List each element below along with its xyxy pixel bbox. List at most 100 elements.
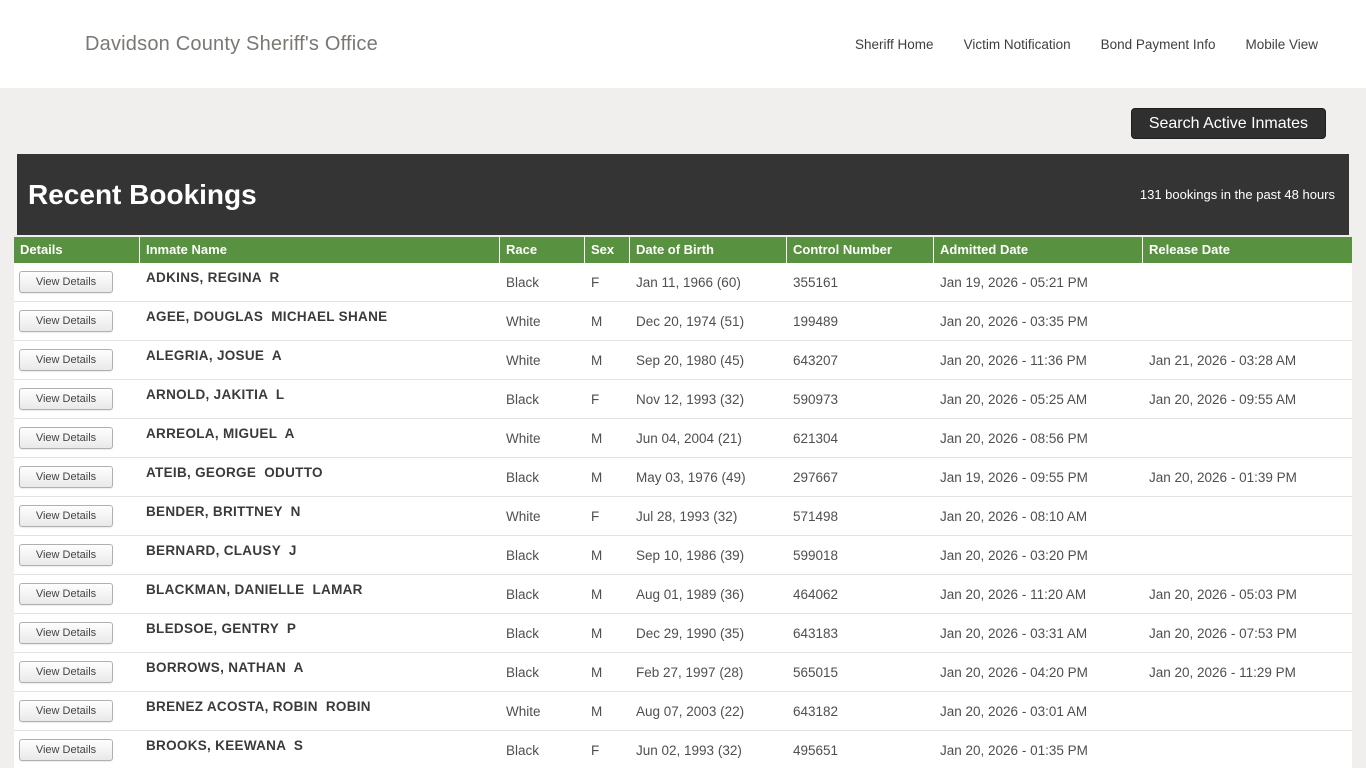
inmate-sex: M — [591, 353, 603, 368]
search-active-inmates-button[interactable]: Search Active Inmates — [1130, 108, 1326, 139]
view-details-button[interactable]: View Details — [19, 466, 113, 488]
view-details-button[interactable]: View Details — [19, 310, 113, 332]
table-row: View Details BLEDSOE, GENTRY P Black M D… — [14, 614, 1352, 653]
admitted-date: Jan 20, 2026 - 01:35 PM — [940, 743, 1088, 758]
column-header-race: Race — [500, 237, 585, 263]
search-row: Search Active Inmates — [14, 108, 1352, 139]
inmate-sex: M — [591, 704, 603, 719]
view-details-button[interactable]: View Details — [19, 427, 113, 449]
details-cell: View Details — [14, 575, 140, 613]
control-number: 297667 — [793, 470, 839, 485]
details-cell: View Details — [14, 614, 140, 652]
inmate-race: Black — [506, 665, 540, 680]
inmate-sex: F — [591, 743, 600, 758]
nav-mobile-view[interactable]: Mobile View — [1245, 37, 1318, 52]
release-date — [1143, 302, 1352, 340]
view-details-button[interactable]: View Details — [19, 505, 113, 527]
inmate-date-of-birth: Jul 28, 1993 (32) — [636, 509, 738, 524]
release-date — [1143, 692, 1352, 730]
bookings-table: Details Inmate Name Race Sex Date of Bir… — [14, 237, 1352, 768]
inmate-race: Black — [506, 626, 540, 641]
admitted-date: Jan 20, 2026 - 03:31 AM — [940, 626, 1088, 641]
inmate-sex: F — [591, 392, 600, 407]
inmate-race: White — [506, 509, 541, 524]
inmate-name: ARNOLD, JAKITIA L — [146, 387, 285, 402]
inmate-sex: M — [591, 548, 603, 563]
control-number: 565015 — [793, 665, 839, 680]
admitted-date: Jan 20, 2026 - 11:20 AM — [940, 587, 1087, 602]
control-number: 590973 — [793, 392, 839, 407]
inmate-sex: M — [591, 470, 603, 485]
inmate-sex: M — [591, 314, 603, 329]
release-date — [1143, 536, 1352, 574]
release-date: Jan 20, 2026 - 07:53 PM — [1149, 626, 1297, 641]
release-date: Jan 21, 2026 - 03:28 AM — [1149, 353, 1297, 368]
nav-victim-notification[interactable]: Victim Notification — [964, 37, 1071, 52]
control-number: 643207 — [793, 353, 839, 368]
inmate-race: Black — [506, 743, 540, 758]
table-header-row: Details Inmate Name Race Sex Date of Bir… — [14, 237, 1352, 263]
nav-bond-payment-info[interactable]: Bond Payment Info — [1101, 37, 1216, 52]
column-header-control-number: Control Number — [787, 237, 934, 263]
table-row: View Details ARREOLA, MIGUEL A White M J… — [14, 419, 1352, 458]
view-details-button[interactable]: View Details — [19, 739, 113, 761]
control-number: 643183 — [793, 626, 839, 641]
release-date: Jan 20, 2026 - 11:29 PM — [1149, 665, 1296, 680]
inmate-race: White — [506, 314, 541, 329]
inmate-sex: M — [591, 626, 603, 641]
inmate-sex: F — [591, 275, 600, 290]
page-title: Recent Bookings — [28, 178, 257, 210]
column-header-inmate-name: Inmate Name — [140, 237, 500, 263]
view-details-button[interactable]: View Details — [19, 271, 113, 293]
details-cell: View Details — [14, 380, 140, 418]
inmate-race: White — [506, 431, 541, 446]
column-header-admitted-date: Admitted Date — [934, 237, 1143, 263]
inmate-name: BLEDSOE, GENTRY P — [146, 621, 297, 636]
inmate-sex: M — [591, 665, 603, 680]
inmate-sex: M — [591, 431, 603, 446]
table-row: View Details AGEE, DOUGLAS MICHAEL SHANE… — [14, 302, 1352, 341]
table-body: View Details ADKINS, REGINA R Black F Ja… — [14, 263, 1352, 768]
release-date — [1143, 731, 1352, 768]
release-date: Jan 20, 2026 - 09:55 AM — [1149, 392, 1297, 407]
inmate-date-of-birth: Sep 20, 1980 (45) — [636, 353, 745, 368]
inmate-date-of-birth: Feb 27, 1997 (28) — [636, 665, 744, 680]
table-row: View Details BERNARD, CLAUSY J Black M S… — [14, 536, 1352, 575]
control-number: 599018 — [793, 548, 839, 563]
page-content: Search Active Inmates Recent Bookings 13… — [0, 108, 1366, 768]
view-details-button[interactable]: View Details — [19, 544, 113, 566]
details-cell: View Details — [14, 458, 140, 496]
inmate-date-of-birth: Jan 11, 1966 (60) — [636, 275, 741, 290]
control-number: 464062 — [793, 587, 839, 602]
admitted-date: Jan 20, 2026 - 05:25 AM — [940, 392, 1088, 407]
admitted-date: Jan 19, 2026 - 05:21 PM — [940, 275, 1088, 290]
release-date: Jan 20, 2026 - 05:03 PM — [1149, 587, 1297, 602]
table-row: View Details BORROWS, NATHAN A Black M F… — [14, 653, 1352, 692]
inmate-race: White — [506, 704, 541, 719]
view-details-button[interactable]: View Details — [19, 349, 113, 371]
admitted-date: Jan 20, 2026 - 04:20 PM — [940, 665, 1088, 680]
inmate-race: Black — [506, 548, 540, 563]
control-number: 495651 — [793, 743, 839, 758]
view-details-button[interactable]: View Details — [19, 700, 113, 722]
admitted-date: Jan 20, 2026 - 08:10 AM — [940, 509, 1088, 524]
column-header-release-date: Release Date — [1149, 242, 1230, 257]
inmate-race: Black — [506, 392, 540, 407]
table-row: View Details ALEGRIA, JOSUE A White M Se… — [14, 341, 1352, 380]
bookings-count-text: 131 bookings in the past 48 hours — [1139, 187, 1335, 202]
table-row: View Details BLACKMAN, DANIELLE LAMAR Bl… — [14, 575, 1352, 614]
inmate-name: ATEIB, GEORGE ODUTTO — [146, 465, 323, 480]
inmate-name: AGEE, DOUGLAS MICHAEL SHANE — [146, 309, 388, 324]
view-details-button[interactable]: View Details — [19, 388, 113, 410]
view-details-button[interactable]: View Details — [19, 661, 113, 683]
view-details-button[interactable]: View Details — [19, 583, 113, 605]
inmate-date-of-birth: May 03, 1976 (49) — [636, 470, 746, 485]
details-cell: View Details — [14, 692, 140, 730]
nav-sheriff-home[interactable]: Sheriff Home — [855, 37, 934, 52]
inmate-name: BRENEZ ACOSTA, ROBIN ROBIN — [146, 699, 371, 714]
recent-bookings-banner: Recent Bookings 131 bookings in the past… — [17, 154, 1349, 235]
inmate-name: ARREOLA, MIGUEL A — [146, 426, 295, 441]
view-details-button[interactable]: View Details — [19, 622, 113, 644]
table-row: View Details ATEIB, GEORGE ODUTTO Black … — [14, 458, 1352, 497]
inmate-race: Black — [506, 470, 540, 485]
